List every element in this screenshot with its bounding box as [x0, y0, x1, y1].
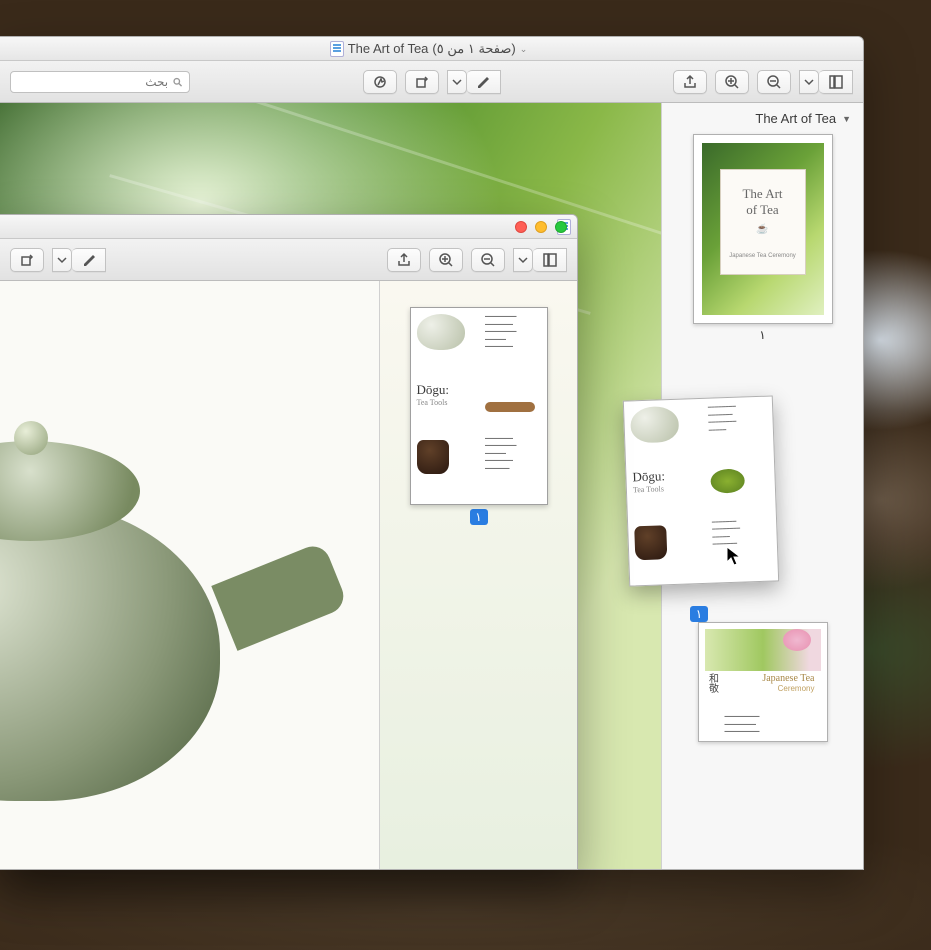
dogu-heading: Dōgu: Tea Tools — [632, 467, 708, 495]
title-doc-name: The Art of Tea — [348, 37, 429, 61]
thumbnails-sidebar-front[interactable]: ▬▬▬▬▬▬▬▬▬▬▬▬▬▬▬▬▬▬▬▬▬▬▬▬▬▬▬▬▬▬▬▬▬▬▬▬▬▬▬▬… — [379, 281, 577, 869]
window-title: ⌄ (صفحة ١ من ٥) The Art of Tea — [330, 37, 534, 61]
share-button[interactable] — [673, 70, 707, 94]
thumbnail-page-3[interactable]: Japanese Tea Ceremony 和敬 ▬▬▬▬▬▬▬▬▬▬▬▬▬▬▬… — [698, 622, 828, 742]
title-page-info: (صفحة ١ من ٥) — [432, 37, 515, 61]
rotate-button[interactable] — [10, 248, 44, 272]
view-mode-button[interactable] — [819, 70, 853, 94]
page-label-1: ١ — [662, 328, 863, 342]
zoom-in-button[interactable] — [715, 70, 749, 94]
search-field[interactable] — [10, 71, 190, 93]
jar-illustration — [417, 440, 449, 474]
zoom-traffic-button[interactable] — [555, 221, 567, 233]
annotate-group — [52, 248, 106, 272]
thumbnail-page-1-front[interactable]: ▬▬▬▬▬▬▬▬▬▬▬▬▬▬▬▬▬▬▬▬▬▬▬▬▬▬▬▬▬▬▬▬▬▬▬▬▬▬▬▬… — [410, 307, 548, 505]
cursor-icon — [726, 546, 744, 573]
traffic-lights — [515, 221, 567, 233]
close-traffic-button[interactable] — [515, 221, 527, 233]
annotate-group — [447, 70, 501, 94]
document-icon — [330, 41, 344, 57]
highlight-dropdown[interactable] — [447, 70, 467, 94]
drag-page-label: ١ — [690, 606, 708, 622]
kanji-text: 和敬 — [705, 673, 720, 693]
sidebar-doc-title[interactable]: The Art of Tea ▼ — [662, 109, 863, 134]
titlebar-front[interactable] — [0, 215, 577, 239]
minimize-traffic-button[interactable] — [535, 221, 547, 233]
view-mode-group — [799, 70, 853, 94]
title-dropdown-icon[interactable]: ⌄ — [520, 37, 528, 61]
search-icon — [172, 76, 183, 88]
matcha-illustration — [710, 469, 745, 494]
zoom-in-button[interactable] — [429, 248, 463, 272]
cover-title-card: The Art of Tea ☕ Japanese Tea Ceremony — [720, 169, 806, 275]
search-input[interactable] — [17, 75, 168, 89]
highlight-dropdown[interactable] — [52, 248, 72, 272]
jar-illustration — [634, 525, 667, 560]
view-mode-dropdown[interactable] — [513, 248, 533, 272]
thumbnail-page-1[interactable]: The Art of Tea ☕ Japanese Tea Ceremony — [693, 134, 833, 324]
toolbar-main — [0, 61, 863, 103]
view-mode-button[interactable] — [533, 248, 567, 272]
view-mode-dropdown[interactable] — [799, 70, 819, 94]
titlebar-main[interactable]: ⌄ (صفحة ١ من ٥) The Art of Tea — [0, 37, 863, 61]
markup-button[interactable] — [363, 70, 397, 94]
zoom-out-button[interactable] — [757, 70, 791, 94]
large-teapot-illustration — [0, 321, 300, 861]
highlight-button[interactable] — [72, 248, 106, 272]
thumbnail-dragging[interactable]: ▬▬▬▬▬▬▬▬▬▬▬▬▬▬▬▬▬▬▬▬▬▬▬▬▬▬▬▬ Dōgu: Tea T… — [623, 395, 779, 586]
page-label-1-front: ١ — [470, 509, 488, 525]
teapot-illustration — [630, 406, 679, 444]
share-button[interactable] — [387, 248, 421, 272]
document-canvas-front[interactable] — [0, 281, 379, 869]
dogu-heading: Dōgu: Tea Tools — [417, 382, 481, 407]
disclosure-triangle-icon[interactable]: ▼ — [842, 114, 851, 124]
highlight-button[interactable] — [467, 70, 501, 94]
toolbar-front — [0, 239, 577, 281]
teapot-illustration — [417, 314, 465, 350]
preview-window-front: ▬▬▬▬▬▬▬▬▬▬▬▬▬▬▬▬▬▬▬▬▬▬▬▬▬▬▬▬▬▬▬▬▬▬▬▬▬▬▬▬… — [0, 214, 578, 870]
spoon-illustration — [485, 402, 535, 412]
zoom-out-button[interactable] — [471, 248, 505, 272]
view-mode-group — [513, 248, 567, 272]
rotate-button[interactable] — [405, 70, 439, 94]
